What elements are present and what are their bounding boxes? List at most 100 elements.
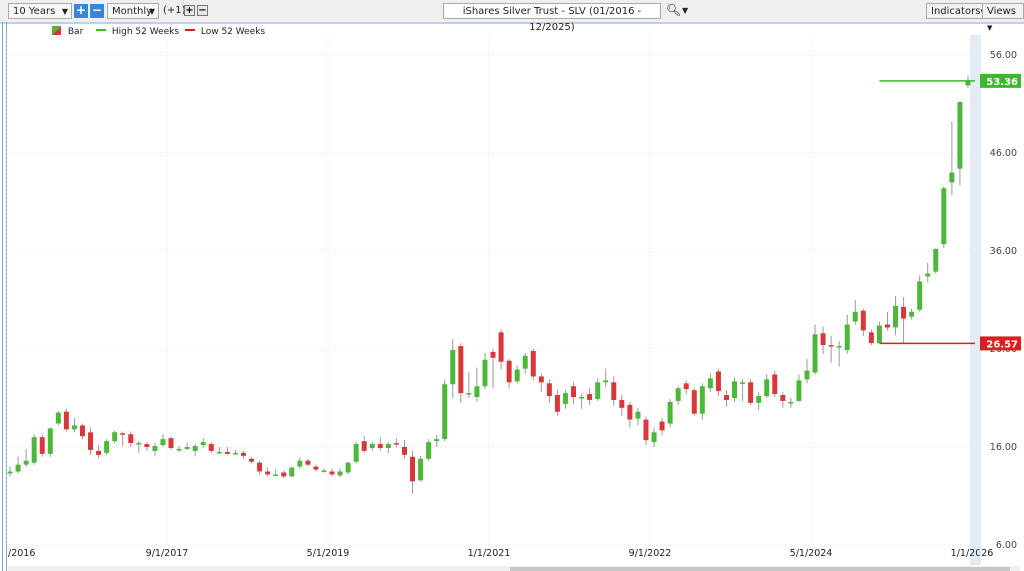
- candle-down: [281, 472, 287, 477]
- x-tick-label: 5/1/2019: [307, 548, 350, 559]
- candle-down: [627, 404, 633, 420]
- candle-up: [651, 432, 657, 443]
- candle-up: [297, 460, 303, 467]
- candle-down: [587, 394, 593, 400]
- candle-down: [39, 437, 45, 454]
- candle-down: [313, 466, 319, 470]
- candle-down: [546, 383, 552, 397]
- candle-up: [876, 325, 882, 344]
- candle-down: [249, 458, 255, 462]
- candle-down: [619, 399, 625, 408]
- candle-down: [780, 395, 786, 401]
- candle-up: [385, 444, 391, 448]
- candle-up: [71, 425, 77, 430]
- candle-up: [369, 444, 375, 448]
- candle-up: [474, 386, 480, 398]
- candle-up: [289, 467, 295, 477]
- candle-down: [538, 376, 544, 383]
- candle-down: [860, 310, 866, 331]
- x-tick-label: 1/1/2026: [951, 548, 994, 559]
- candle-up: [522, 355, 528, 369]
- candle-up: [933, 249, 939, 272]
- candle-down: [683, 383, 689, 390]
- candle-down: [828, 345, 834, 347]
- candle-up: [466, 393, 472, 395]
- candle-up: [104, 441, 110, 453]
- candle-up: [732, 381, 738, 398]
- candle-up: [812, 334, 818, 373]
- candle-down: [554, 395, 560, 412]
- candle-down: [377, 444, 383, 448]
- candle-up: [756, 396, 762, 403]
- candle-up: [450, 349, 456, 385]
- candle-up: [949, 172, 955, 183]
- candle-up: [675, 388, 681, 401]
- candle-up: [925, 273, 931, 277]
- candle-up: [635, 411, 641, 419]
- candle-up: [796, 380, 802, 401]
- candle-up: [184, 447, 190, 449]
- candle-up: [514, 369, 520, 382]
- candle-down: [144, 444, 150, 447]
- candle-down: [772, 374, 778, 395]
- candle-down: [329, 471, 335, 475]
- candle-up: [200, 442, 206, 446]
- candle-up: [482, 359, 488, 387]
- candle-up: [893, 305, 899, 328]
- candle-up: [15, 464, 21, 472]
- candle-down: [96, 450, 102, 455]
- candle-down: [820, 333, 826, 346]
- candle-up: [844, 324, 850, 350]
- candle-down: [168, 438, 174, 448]
- candle-down: [723, 395, 729, 400]
- candle-down: [401, 447, 407, 455]
- candle-down: [240, 452, 246, 456]
- x-tick-label: 1/1/2021: [468, 548, 511, 559]
- candle-down: [63, 411, 69, 430]
- candle-up: [7, 471, 13, 474]
- candle-down: [458, 346, 464, 394]
- price-chart[interactable]: 56.0046.0036.0026.0016.006.00/20169/1/20…: [0, 0, 1024, 571]
- candle-up: [152, 446, 158, 451]
- candle-up: [764, 379, 770, 397]
- y-tick-label: 16.00: [990, 442, 1017, 453]
- candle-up: [273, 474, 279, 476]
- x-tick-label: 5/1/2024: [790, 548, 833, 559]
- candle-up: [562, 393, 568, 404]
- candle-up: [707, 378, 713, 389]
- candle-up: [595, 382, 601, 399]
- candle-down: [498, 332, 504, 362]
- candle-up: [603, 380, 609, 383]
- candle-up: [321, 470, 327, 473]
- candle-down: [88, 432, 94, 450]
- candle-down: [490, 351, 496, 358]
- candle-down: [79, 425, 85, 437]
- candle-up: [47, 428, 53, 454]
- candle-up: [699, 386, 705, 414]
- x-tick-label: /2016: [8, 548, 35, 559]
- candle-up: [426, 442, 432, 459]
- candle-up: [740, 382, 746, 384]
- candle-up: [909, 311, 915, 317]
- y-tick-label: 6.00: [996, 540, 1017, 551]
- candle-up: [160, 439, 166, 446]
- candle-down: [748, 382, 754, 403]
- candle-up: [112, 432, 118, 442]
- candle-down: [611, 382, 617, 400]
- candle-down: [901, 306, 907, 319]
- candle-up: [176, 448, 182, 451]
- high-52-weeks-value: 53.36: [986, 77, 1018, 88]
- candle-down: [265, 471, 271, 475]
- candle-down: [715, 371, 721, 392]
- candle-up: [216, 451, 222, 454]
- candle-up: [23, 460, 29, 465]
- candle-down: [410, 456, 416, 482]
- candle-up: [442, 384, 448, 440]
- candle-up: [917, 281, 923, 310]
- candle-down: [208, 444, 214, 451]
- y-tick-label: 56.00: [990, 50, 1017, 61]
- candle-up: [192, 446, 198, 451]
- candle-down: [506, 360, 512, 383]
- x-tick-label: 9/1/2017: [146, 548, 189, 559]
- candle-down: [884, 324, 890, 328]
